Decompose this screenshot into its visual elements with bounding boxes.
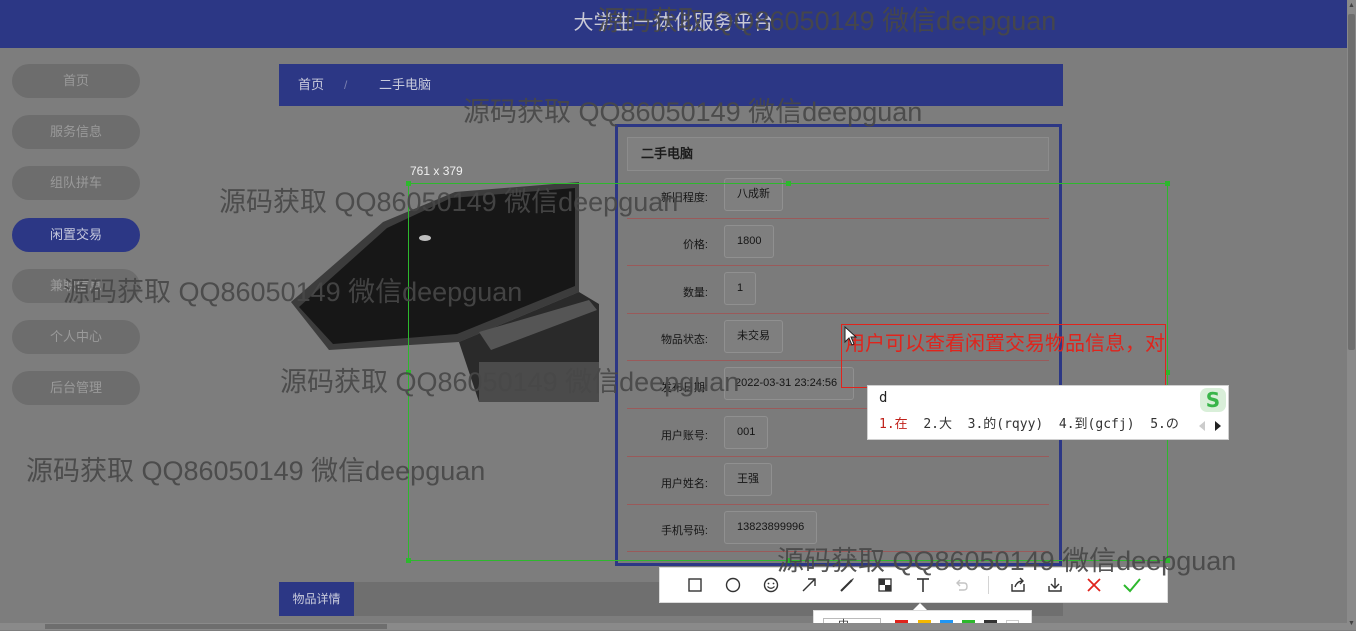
- sidebar-item-secondhand[interactable]: 闲置交易: [12, 218, 140, 252]
- scrollbar-thumb[interactable]: [1348, 14, 1355, 350]
- breadcrumb-current: 二手电脑: [379, 77, 432, 92]
- scroll-down-icon[interactable]: ▼: [1347, 620, 1356, 628]
- rectangle-icon[interactable]: [681, 571, 709, 599]
- tab-item-info[interactable]: 物品详情: [279, 582, 354, 616]
- mouse-cursor-icon: [844, 326, 858, 346]
- scroll-up-icon[interactable]: ▲: [1347, 2, 1356, 10]
- ime-candidate[interactable]: 3.的(rqyy): [968, 417, 1044, 432]
- ime-candidate[interactable]: 4.到(gcfj): [1059, 417, 1135, 432]
- sidebar-item-profile[interactable]: 个人中心: [12, 320, 140, 354]
- resize-handle[interactable]: [1165, 181, 1170, 186]
- watermark: 源码获取 QQ86050149 微信deepguan: [463, 97, 923, 127]
- toolbar-separator: [988, 576, 989, 594]
- watermark: 源码获取 QQ86050149 微信deepguan: [597, 6, 1057, 36]
- detail-title: 二手电脑: [627, 137, 1049, 171]
- watermark: 源码获取 QQ86050149 微信deepguan: [777, 546, 1237, 576]
- vertical-scrollbar[interactable]: ▲ ▼: [1347, 0, 1356, 630]
- ime-candidate[interactable]: 2.大: [923, 417, 952, 432]
- watermark: 源码获取 QQ86050149 微信deepguan: [280, 367, 740, 397]
- resize-handle[interactable]: [406, 558, 411, 563]
- selection-size-label: 761 x 379: [410, 164, 463, 178]
- breadcrumb-home-link[interactable]: 首页: [298, 64, 324, 106]
- sidebar-item-home[interactable]: 首页: [12, 64, 140, 98]
- ime-page-arrows-icon[interactable]: [1197, 419, 1225, 433]
- watermark: 源码获取 QQ86050149 微信deepguan: [26, 456, 486, 486]
- scrollbar-thumb[interactable]: [45, 624, 387, 629]
- annotation-text[interactable]: 用户可以查看闲置交易物品信息，对: [845, 330, 1165, 358]
- toolbar-pointer: [913, 603, 927, 610]
- ellipse-icon[interactable]: [719, 571, 747, 599]
- sidebar-item-admin[interactable]: 后台管理: [12, 371, 140, 405]
- sidebar-item-services[interactable]: 服务信息: [12, 115, 140, 149]
- ime-logo-icon: S: [1200, 388, 1226, 412]
- watermark: 源码获取 QQ86050149 微信deepguan: [219, 187, 679, 217]
- breadcrumb-separator: /: [344, 78, 348, 92]
- horizontal-scrollbar[interactable]: [0, 623, 1347, 630]
- watermark: 源码获取 QQ86050149 微信deepguan: [63, 277, 523, 307]
- ime-candidate[interactable]: 1.在: [879, 417, 908, 432]
- sidebar-item-carpool[interactable]: 组队拼车: [12, 166, 140, 200]
- ime-candidate[interactable]: 5.の: [1150, 417, 1179, 432]
- ime-composition: d: [867, 385, 1229, 411]
- svg-text:S: S: [1206, 388, 1220, 412]
- resize-handle[interactable]: [786, 181, 791, 186]
- ime-candidates[interactable]: 1.在 2.大 3.的(rqyy) 4.到(gcfj) 5.の: [867, 410, 1229, 440]
